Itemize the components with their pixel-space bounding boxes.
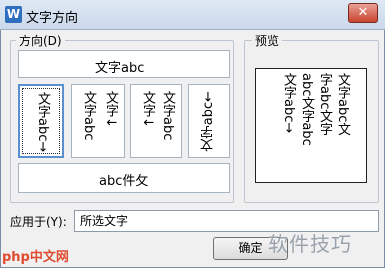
direction-group-legend: 方向(D)	[16, 32, 65, 49]
direction-vertical-stack2-option[interactable]: 文字↓ 文字abc	[130, 84, 182, 158]
dialog-title: 文字方向	[26, 11, 79, 26]
direction-rotated-ccw-option[interactable]: 文字abc←	[188, 84, 230, 158]
preview-group-legend: 预览	[252, 32, 283, 49]
preview-box: 文字abc文 字abc文字 abc文字abc 文字abc→	[255, 68, 367, 183]
vertical-stack-col1: 文字abc	[81, 91, 96, 141]
preview-line-1: 文字abc文	[335, 73, 350, 136]
vertical-stack2-col1: 文字↓	[140, 91, 155, 128]
close-button[interactable]: ✕	[348, 3, 378, 23]
apply-to-value: 所选文字	[80, 214, 129, 228]
vertical-rotated-sample-text: 文字abc→	[35, 92, 50, 153]
horizontal-sample-text: 文字abc	[95, 61, 145, 76]
watermark-text: 软件技巧	[268, 232, 352, 256]
direction-vertical-stack-option[interactable]: 文字abc 文字↓	[71, 84, 125, 158]
direction-vertical-rotated-option[interactable]: 文字abc→	[18, 84, 64, 158]
upside-down-sample-text: abc件攵	[99, 174, 149, 189]
wps-writer-icon: W	[5, 6, 22, 23]
preview-line-4: 文字abc→	[281, 73, 296, 134]
vertical-stack-col2: 文字↓	[103, 91, 118, 128]
apply-to-label: 应用于(Y):	[10, 215, 67, 229]
title-bar: W 文字方向 ✕	[0, 0, 385, 30]
php-logo: php中文网	[2, 250, 69, 265]
preview-line-3: abc文字abc	[299, 73, 314, 146]
rotated-ccw-sample-text: 文字abc←	[201, 91, 216, 152]
preview-line-2: 字abc文字	[317, 73, 332, 136]
direction-horizontal-option[interactable]: 文字abc	[18, 50, 230, 78]
direction-upside-down-option[interactable]: abc件攵	[18, 163, 230, 193]
vertical-stack2-col2: 文字abc	[160, 91, 175, 141]
